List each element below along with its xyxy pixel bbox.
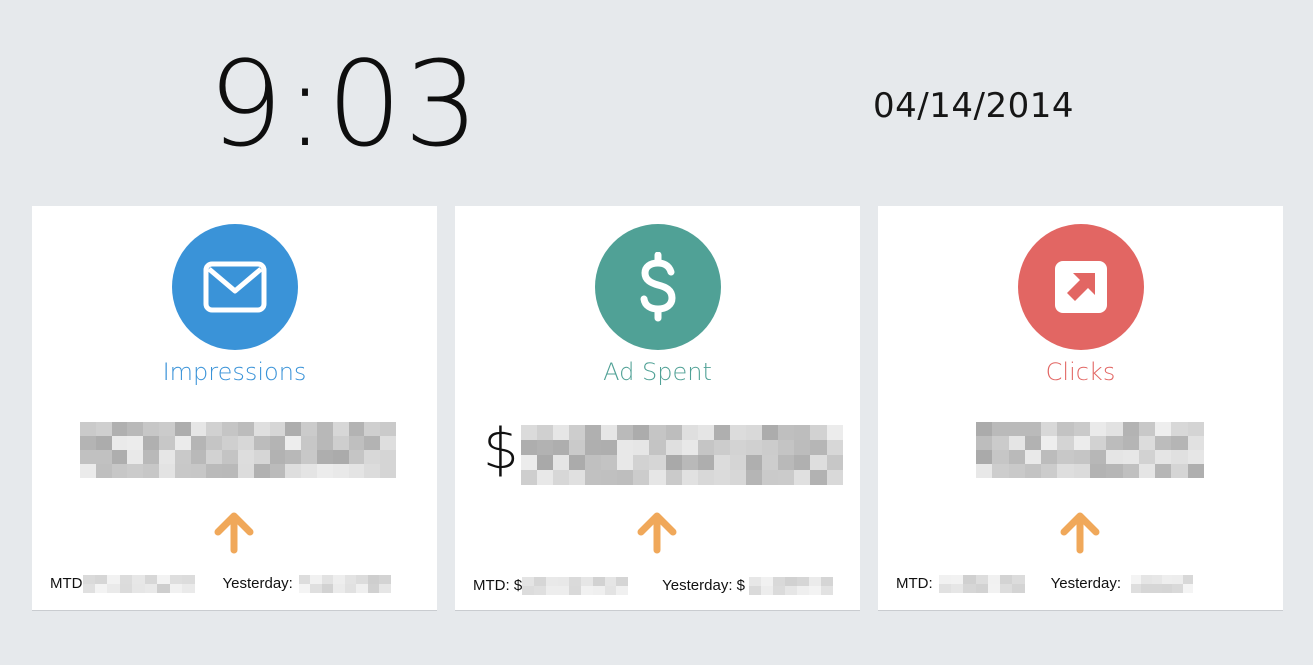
current-date: 04/14/2014	[873, 86, 1074, 126]
mtd-value-redacted	[82, 575, 195, 593]
ad-spent-icon-circle	[595, 224, 721, 350]
impressions-footer: MTD Yesterday:	[50, 570, 419, 598]
mtd-label: MTD: $	[473, 577, 523, 594]
yesterday-label: Yesterday: $	[662, 577, 746, 594]
yesterday-value-redacted	[298, 575, 391, 593]
trend-up-arrow-icon	[1060, 512, 1100, 554]
clicks-footer: MTD: Yesterday:	[896, 570, 1265, 598]
mtd-label: MTD:	[896, 575, 933, 592]
trend-up-arrow-icon	[214, 512, 254, 554]
ad-spent-title: Ad Spent	[603, 358, 712, 386]
impressions-title: Impressions	[162, 358, 307, 386]
yesterday-label: Yesterday:	[1050, 575, 1121, 592]
clicks-card: Clicks MTD: Yesterday:	[878, 206, 1283, 611]
yesterday-label: Yesterday:	[222, 575, 293, 592]
currency-symbol: $	[483, 417, 519, 482]
clicks-title: Clicks	[1045, 358, 1116, 386]
yesterday-value-redacted	[749, 577, 834, 595]
dollar-icon	[640, 252, 676, 322]
ad-spent-footer: MTD: $ Yesterday: $	[473, 572, 842, 600]
mtd-value-redacted	[522, 577, 629, 595]
external-link-icon	[1055, 261, 1107, 313]
clock-time: 9:03	[208, 35, 481, 173]
impressions-value-redacted	[80, 422, 396, 478]
clicks-icon-circle	[1018, 224, 1144, 350]
ad-spent-card: Ad Spent $ MTD: $ Yesterday: $	[455, 206, 860, 611]
yesterday-value-redacted	[1131, 575, 1193, 593]
mtd-label: MTD	[50, 575, 83, 592]
mtd-value-redacted	[938, 575, 1025, 593]
impressions-icon-circle	[172, 224, 298, 350]
trend-up-arrow-icon	[637, 512, 677, 554]
clicks-value-redacted	[976, 422, 1204, 478]
ad-spent-value: $	[483, 417, 843, 485]
envelope-icon	[203, 261, 267, 313]
impressions-card: Impressions MTD Yesterday:	[32, 206, 437, 611]
